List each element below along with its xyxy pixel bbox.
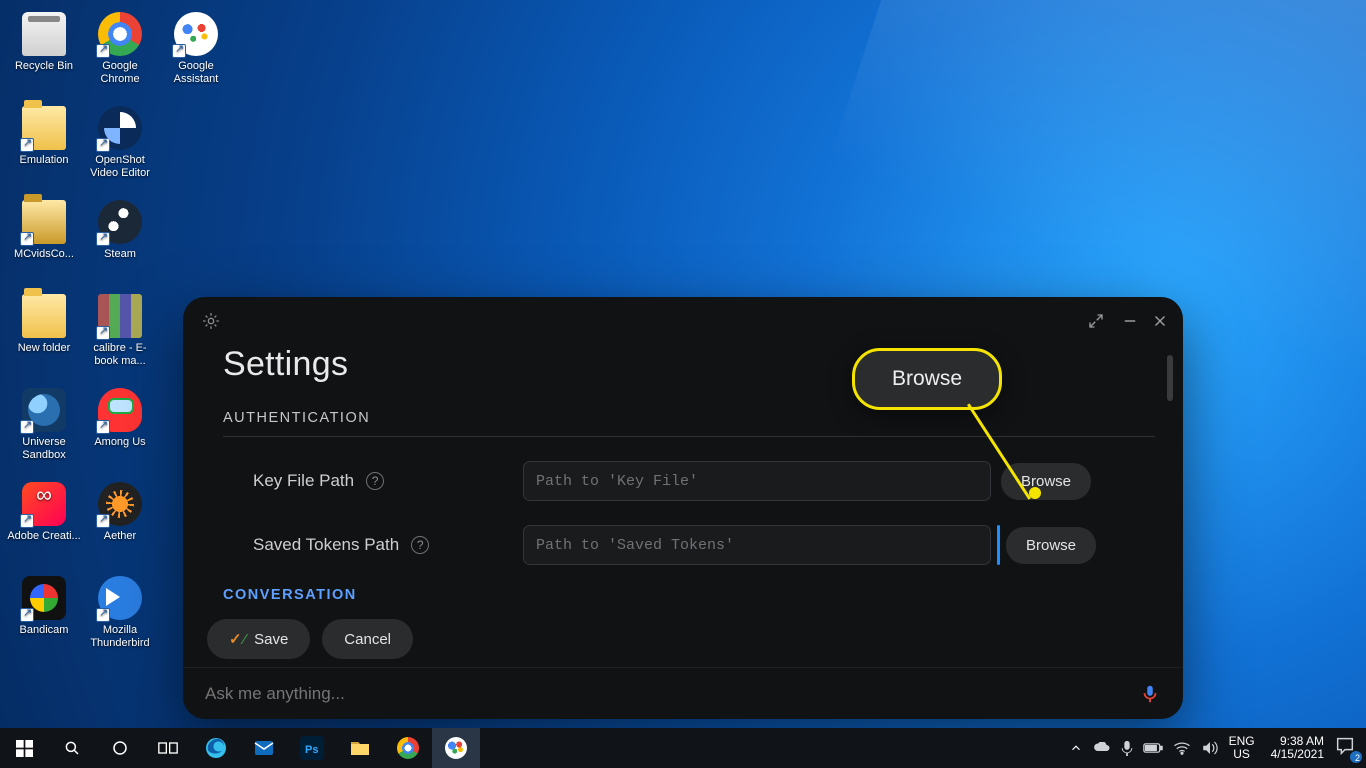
taskbar-app-explorer[interactable] [336,728,384,768]
help-icon[interactable]: ? [411,536,429,554]
annotation-dot [1029,487,1041,499]
tray-clock[interactable]: 9:38 AM 4/15/2021 [1271,735,1324,761]
button-label: Save [254,631,288,648]
input-saved-tokens-path[interactable] [523,525,991,565]
input-focus-indicator [997,525,1000,565]
desktop-icon-label: Steam [104,248,136,260]
input-key-file-path[interactable] [523,461,991,501]
desktop-icon-among-us[interactable]: Among Us [82,384,158,478]
microphone-icon[interactable] [1139,683,1161,705]
taskbar-cortana-button[interactable] [96,728,144,768]
taskbar-app-google-assistant[interactable] [432,728,480,768]
desktop-icon-bandicam[interactable]: Bandicam [6,572,82,666]
taskbar-app-photoshop[interactable]: Ps [288,728,336,768]
desktop-icon-openshot[interactable]: OpenShot Video Editor [82,102,158,196]
desktop-icon-label: OpenShot Video Editor [90,154,150,179]
tray-battery-icon[interactable] [1143,742,1163,754]
tray-onedrive-icon[interactable] [1093,742,1111,754]
row-key-file: Key File Path ? Browse [223,461,1155,501]
desktop-icon-label: Universe Sandbox [22,436,65,461]
desktop-icon-label: Among Us [94,436,145,448]
desktop-icon-label: MCvidsCo... [14,248,74,260]
start-button[interactable] [0,728,48,768]
desktop-icon-label: Google Assistant [174,60,219,85]
label-text: Key File Path [253,471,354,491]
annotation-label: Browse [892,367,962,391]
desktop-icon-label: Google Chrome [100,60,139,85]
tray-wifi-icon[interactable] [1173,741,1191,755]
svg-text:Ps: Ps [305,744,318,756]
desktop-icon-calibre[interactable]: calibre - E-book ma... [82,290,158,384]
help-icon[interactable]: ? [366,472,384,490]
gear-icon[interactable] [201,311,221,331]
expand-icon[interactable] [1087,312,1105,330]
taskbar-app-edge[interactable] [192,728,240,768]
desktop-icon-emulation[interactable]: Emulation [6,102,82,196]
desktop-icon-label: Aether [104,530,136,542]
desktop-icon-label: Bandicam [20,624,69,636]
ask-input[interactable] [205,684,1139,704]
browse-saved-tokens-button[interactable]: Browse [1006,527,1096,564]
settings-title: Settings [223,345,1155,384]
desktop-icon-label: Adobe Creati... [7,530,80,542]
tray-mic-icon[interactable] [1121,740,1133,756]
desktop-icon-adobe-cc[interactable]: Adobe Creati... [6,478,82,572]
taskbar-taskview-button[interactable] [144,728,192,768]
tray-language-bottom: US [1229,748,1255,761]
taskbar-search-button[interactable] [48,728,96,768]
desktop-icon-label: Mozilla Thunderbird [90,624,149,649]
desktop-icon-universe-sandbox[interactable]: Universe Sandbox [6,384,82,478]
desktop-icon-aether[interactable]: Aether [82,478,158,572]
taskbar-app-chrome[interactable] [384,728,432,768]
save-button[interactable]: ✓⁄Save [207,619,310,659]
settings-scrollbar[interactable] [1167,355,1173,401]
section-authentication: AUTHENTICATION [223,410,1155,437]
cancel-button[interactable]: Cancel [322,619,413,659]
tray-overflow-icon[interactable] [1069,741,1083,755]
settings-footer-buttons: ✓⁄Save Cancel [207,619,413,659]
label-key-file: Key File Path ? [223,471,523,491]
label-text: Saved Tokens Path [253,535,399,555]
section-conversation: CONVERSATION [223,587,1155,603]
annotation-browse-callout: Browse [852,348,1002,410]
notification-count: 2 [1355,753,1360,763]
desktop-icon-label: New folder [18,342,71,354]
desktop: Recycle Bin Emulation MCvidsCo... New fo… [0,0,1366,768]
ask-bar [183,667,1183,719]
system-tray: ENG US 9:38 AM 4/15/2021 2 [1063,728,1366,768]
desktop-icon-steam[interactable]: Steam [82,196,158,290]
desktop-icon-recycle-bin[interactable]: Recycle Bin [6,8,82,102]
desktop-icon-label: calibre - E-book ma... [93,342,146,367]
window-titlebar [183,297,1183,345]
desktop-icon-label: Recycle Bin [15,60,73,72]
row-saved-tokens: Saved Tokens Path ? Browse [223,525,1155,565]
minimize-icon[interactable] [1121,312,1139,330]
desktop-icon-chrome[interactable]: Google Chrome [82,8,158,102]
tray-volume-icon[interactable] [1201,740,1219,756]
desktop-icon-mcvids[interactable]: MCvidsCo... [6,196,82,290]
assistant-settings-window: Settings AUTHENTICATION Key File Path ? … [183,297,1183,719]
settings-content: Settings AUTHENTICATION Key File Path ? … [223,345,1155,641]
taskbar-app-mail[interactable] [240,728,288,768]
desktop-icon-google-assistant[interactable]: Google Assistant [158,8,234,102]
tray-action-center-icon[interactable]: 2 [1334,735,1360,761]
close-icon[interactable] [1151,312,1169,330]
desktop-icon-label: Emulation [20,154,69,166]
tray-language[interactable]: ENG US [1229,735,1255,761]
desktop-icon-new-folder[interactable]: New folder [6,290,82,384]
browse-key-file-button[interactable]: Browse [1001,463,1091,500]
button-label: Cancel [344,631,391,648]
taskbar: Ps ENG US 9:38 AM 4/1 [0,728,1366,768]
tray-date: 4/15/2021 [1271,748,1324,761]
desktop-icon-thunderbird[interactable]: Mozilla Thunderbird [82,572,158,666]
label-saved-tokens: Saved Tokens Path ? [223,535,523,555]
